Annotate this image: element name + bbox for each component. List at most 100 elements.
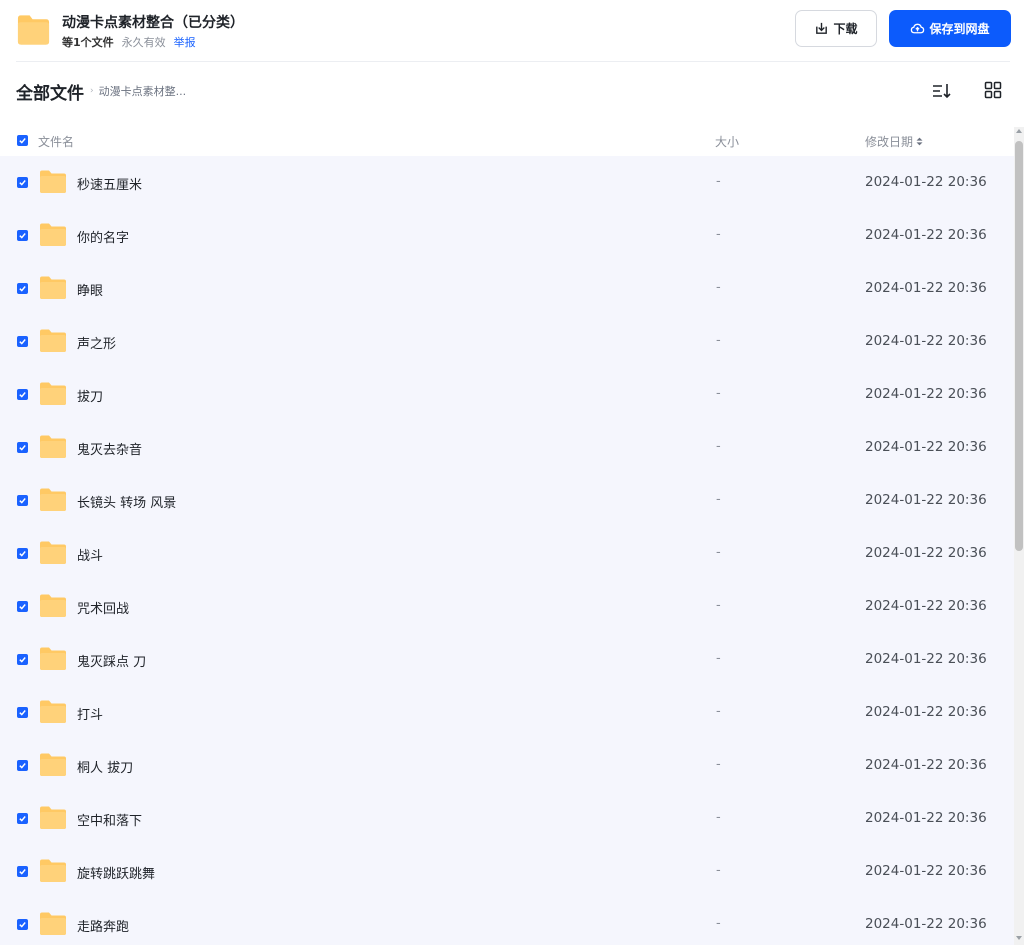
folder-icon xyxy=(40,753,66,776)
row-checkbox[interactable] xyxy=(17,389,28,400)
row-checkbox[interactable] xyxy=(17,442,28,453)
file-name[interactable]: 走路奔跑 xyxy=(77,916,129,935)
file-row[interactable]: 咒术回战 - 2024-01-22 20:36 xyxy=(0,580,1014,633)
file-row[interactable]: 你的名字 - 2024-01-22 20:36 xyxy=(0,209,1014,262)
folder-icon xyxy=(40,382,66,405)
folder-icon xyxy=(40,594,66,617)
file-size: - xyxy=(716,651,721,666)
file-row[interactable]: 长镜头 转场 风景 - 2024-01-22 20:36 xyxy=(0,474,1014,527)
checkbox-icon xyxy=(19,445,26,451)
row-checkbox[interactable] xyxy=(17,707,28,718)
row-checkbox[interactable] xyxy=(17,548,28,559)
folder-icon xyxy=(40,912,66,935)
checkbox-icon xyxy=(19,339,26,345)
file-row[interactable]: 鬼灭去杂音 - 2024-01-22 20:36 xyxy=(0,421,1014,474)
column-date[interactable]: 修改日期 xyxy=(865,133,923,150)
file-size: - xyxy=(716,545,721,560)
file-name[interactable]: 打斗 xyxy=(77,704,103,723)
row-checkbox[interactable] xyxy=(17,230,28,241)
file-row[interactable]: 战斗 - 2024-01-22 20:36 xyxy=(0,527,1014,580)
checkbox-icon xyxy=(19,816,26,822)
file-row[interactable]: 桐人 拔刀 - 2024-01-22 20:36 xyxy=(0,739,1014,792)
row-checkbox[interactable] xyxy=(17,495,28,506)
checkbox-icon xyxy=(19,763,26,769)
folder-icon xyxy=(40,170,66,193)
share-title: 动漫卡点素材整合（已分类） xyxy=(62,15,244,31)
column-header: 文件名 大小 修改日期 xyxy=(0,127,1014,155)
file-date: 2024-01-22 20:36 xyxy=(865,757,987,773)
file-name[interactable]: 声之形 xyxy=(77,333,116,352)
file-name[interactable]: 你的名字 xyxy=(77,227,129,246)
file-name[interactable]: 秒速五厘米 xyxy=(77,174,142,193)
row-checkbox[interactable] xyxy=(17,813,28,824)
file-row[interactable]: 打斗 - 2024-01-22 20:36 xyxy=(0,686,1014,739)
file-size: - xyxy=(716,810,721,825)
file-row[interactable]: 空中和落下 - 2024-01-22 20:36 xyxy=(0,792,1014,845)
file-row[interactable]: 鬼灭踩点 刀 - 2024-01-22 20:36 xyxy=(0,633,1014,686)
save-to-drive-button[interactable]: 保存到网盘 xyxy=(889,10,1011,47)
file-row[interactable]: 睁眼 - 2024-01-22 20:36 xyxy=(0,262,1014,315)
file-row[interactable]: 拔刀 - 2024-01-22 20:36 xyxy=(0,368,1014,421)
file-name[interactable]: 战斗 xyxy=(77,545,103,564)
file-list: 秒速五厘米 - 2024-01-22 20:36 你的名字 - 2024-01-… xyxy=(0,156,1014,945)
scrollbar[interactable] xyxy=(1014,127,1024,945)
file-name[interactable]: 睁眼 xyxy=(77,280,103,299)
report-link[interactable]: 举报 xyxy=(174,36,196,49)
row-checkbox[interactable] xyxy=(17,336,28,347)
file-size: - xyxy=(716,333,721,348)
select-all-checkbox[interactable] xyxy=(17,135,28,146)
file-row[interactable]: 声之形 - 2024-01-22 20:36 xyxy=(0,315,1014,368)
folder-icon xyxy=(40,276,66,299)
cloud-upload-icon xyxy=(911,23,925,34)
folder-icon xyxy=(40,647,66,670)
file-date: 2024-01-22 20:36 xyxy=(865,333,987,349)
sort-icon[interactable] xyxy=(930,81,952,101)
file-row[interactable]: 秒速五厘米 - 2024-01-22 20:36 xyxy=(0,156,1014,209)
file-name[interactable]: 鬼灭去杂音 xyxy=(77,439,142,458)
column-date-label: 修改日期 xyxy=(865,135,914,149)
file-name[interactable]: 长镜头 转场 风景 xyxy=(77,492,176,511)
scrollbar-thumb[interactable] xyxy=(1015,141,1023,551)
file-date: 2024-01-22 20:36 xyxy=(865,227,987,243)
row-checkbox[interactable] xyxy=(17,601,28,612)
file-row[interactable]: 旋转跳跃跳舞 - 2024-01-22 20:36 xyxy=(0,845,1014,898)
file-date: 2024-01-22 20:36 xyxy=(865,174,987,190)
file-size: - xyxy=(716,757,721,772)
row-checkbox[interactable] xyxy=(17,866,28,877)
file-date: 2024-01-22 20:36 xyxy=(865,598,987,614)
file-row[interactable]: 走路奔跑 - 2024-01-22 20:36 xyxy=(0,898,1014,945)
column-size[interactable]: 大小 xyxy=(715,133,739,150)
file-name[interactable]: 鬼灭踩点 刀 xyxy=(77,651,146,670)
file-name[interactable]: 桐人 拔刀 xyxy=(77,757,133,776)
column-name[interactable]: 文件名 xyxy=(38,133,74,150)
folder-icon xyxy=(40,223,66,246)
file-name[interactable]: 咒术回战 xyxy=(77,598,129,617)
folder-icon xyxy=(40,806,66,829)
row-checkbox[interactable] xyxy=(17,919,28,930)
file-size: - xyxy=(716,704,721,719)
folder-icon xyxy=(40,435,66,458)
download-label: 下载 xyxy=(833,22,858,36)
download-button[interactable]: 下载 xyxy=(795,10,877,47)
file-name[interactable]: 空中和落下 xyxy=(77,810,142,829)
row-checkbox[interactable] xyxy=(17,760,28,771)
folder-icon xyxy=(40,541,66,564)
scroll-down-arrow[interactable] xyxy=(1016,936,1022,940)
share-header: 动漫卡点素材整合（已分类） 等1个文件 永久有效 举报 下载 保存到网盘 xyxy=(0,0,1024,62)
file-name[interactable]: 旋转跳跃跳舞 xyxy=(77,863,155,882)
row-checkbox[interactable] xyxy=(17,177,28,188)
file-date: 2024-01-22 20:36 xyxy=(865,810,987,826)
checkbox-icon xyxy=(19,180,26,186)
row-checkbox[interactable] xyxy=(17,283,28,294)
scroll-up-arrow[interactable] xyxy=(1016,129,1022,133)
file-size: - xyxy=(716,492,721,507)
expiry-label: 永久有效 xyxy=(121,36,166,49)
checkbox-icon xyxy=(19,657,26,663)
download-icon xyxy=(816,22,828,34)
grid-view-icon[interactable] xyxy=(983,80,1003,100)
breadcrumb-root[interactable]: 全部文件 xyxy=(16,79,84,104)
file-name[interactable]: 拔刀 xyxy=(77,386,103,405)
row-checkbox[interactable] xyxy=(17,654,28,665)
checkbox-icon xyxy=(19,233,26,239)
file-size: - xyxy=(716,916,721,931)
